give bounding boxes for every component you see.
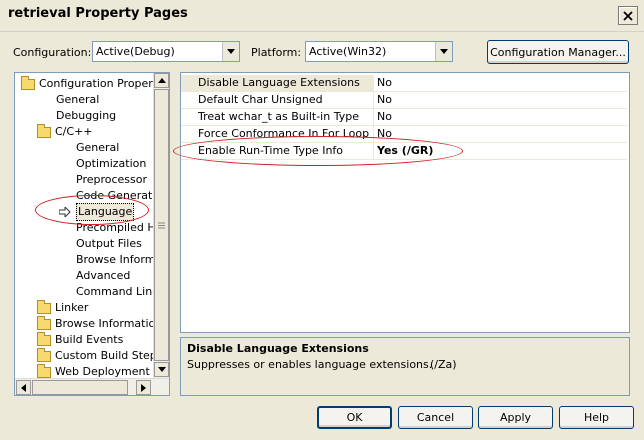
description-panel: Disable Language Extensions Suppresses o… xyxy=(180,337,630,396)
property-grid: Disable Language Extensions No Default C… xyxy=(180,72,630,333)
configuration-select[interactable]: Active(Debug) xyxy=(92,41,240,62)
configuration-label: Configuration: xyxy=(13,46,92,59)
tree-item-configuration-properties[interactable]: Configuration Properties xyxy=(21,75,153,92)
tree-horizontal-scrollbar[interactable] xyxy=(15,378,169,395)
tree-item-preprocessor[interactable]: Preprocessor xyxy=(76,172,147,188)
cancel-button[interactable]: Cancel xyxy=(398,406,473,429)
apply-button[interactable]: Apply xyxy=(478,406,553,429)
folder-icon xyxy=(37,315,51,330)
tree-item-advanced[interactable]: Advanced xyxy=(76,268,130,284)
tree-item-custom-build-step[interactable]: Custom Build Step xyxy=(37,347,153,364)
close-icon xyxy=(623,10,633,21)
grip-icon xyxy=(158,222,165,228)
folder-icon xyxy=(37,299,51,314)
property-name: Default Char Unsigned xyxy=(181,92,374,108)
tree-item-browse-information-cpp[interactable]: Browse Information xyxy=(76,252,153,268)
description-title: Disable Language Extensions xyxy=(187,342,369,355)
tree-item-label: Build Events xyxy=(55,333,124,346)
tree-item-cpp[interactable]: C/C++ xyxy=(37,123,93,140)
tree-item-debugging[interactable]: Debugging xyxy=(56,108,116,124)
tree-view[interactable]: Configuration Properties General Debuggi… xyxy=(15,73,153,378)
description-switch: (/Za) xyxy=(430,358,457,371)
title-bar: retrieval Property Pages xyxy=(0,0,644,32)
scroll-left-button[interactable] xyxy=(16,380,31,395)
platform-label: Platform: xyxy=(251,46,302,59)
tree-item-browse-information[interactable]: Browse Information xyxy=(37,315,153,332)
tree-item-build-events[interactable]: Build Events xyxy=(37,331,124,348)
configuration-manager-button[interactable]: Configuration Manager... xyxy=(487,40,629,64)
folder-icon xyxy=(37,347,51,362)
platform-value: Active(Win32) xyxy=(309,45,387,58)
tree-item-label: Browse Information xyxy=(76,253,153,266)
highlight-ellipse-rtti xyxy=(173,136,463,166)
tree-item-web-deployment[interactable]: Web Deployment xyxy=(37,363,150,378)
property-name: Treat wchar_t as Built-in Type xyxy=(181,109,374,125)
scroll-up-button[interactable] xyxy=(154,73,169,88)
scroll-thumb[interactable] xyxy=(154,89,169,361)
tree-item-label: Linker xyxy=(55,301,89,314)
chevron-right-icon xyxy=(141,383,146,392)
tree-item-label: C/C++ xyxy=(55,125,93,138)
tree-item-label: Advanced xyxy=(76,269,131,282)
tree-panel: Configuration Properties General Debuggi… xyxy=(14,72,170,396)
tree-item-label: General xyxy=(76,141,120,154)
folder-icon xyxy=(37,123,51,138)
scroll-down-button[interactable] xyxy=(154,362,169,377)
tree-item-label: Optimization xyxy=(76,157,147,170)
tree-item-label: Configuration Properties xyxy=(39,77,153,90)
tree-item-label: Debugging xyxy=(56,109,117,122)
tree-item-label: Command Line xyxy=(76,285,153,298)
platform-select[interactable]: Active(Win32) xyxy=(305,41,453,62)
scroll-thumb-horizontal[interactable] xyxy=(32,380,128,395)
property-row[interactable]: Disable Language Extensions No xyxy=(181,75,627,92)
tree-item-label: General xyxy=(56,93,100,106)
scroll-right-button[interactable] xyxy=(136,380,151,395)
tree-item-linker[interactable]: Linker xyxy=(37,299,89,316)
chevron-down-icon[interactable] xyxy=(435,42,452,61)
chevron-left-icon xyxy=(21,383,26,392)
tree-item-label: Output Files xyxy=(76,237,142,250)
tree-item-general[interactable]: General xyxy=(56,92,99,108)
tree-item-label: Custom Build Step xyxy=(55,349,153,362)
tree-item-optimization[interactable]: Optimization xyxy=(76,156,146,172)
window-title: retrieval Property Pages xyxy=(8,6,188,21)
configuration-value: Active(Debug) xyxy=(96,45,175,58)
chevron-down-icon xyxy=(157,367,166,372)
property-value[interactable]: No xyxy=(375,109,625,125)
help-button[interactable]: Help xyxy=(559,406,634,429)
highlight-ellipse-language xyxy=(35,195,149,225)
folder-icon xyxy=(37,331,51,346)
tree-item-output-files[interactable]: Output Files xyxy=(76,236,142,252)
tree-item-label: Browse Information xyxy=(55,317,153,330)
property-row[interactable]: Treat wchar_t as Built-in Type No xyxy=(181,109,627,126)
tree-item-cpp-general[interactable]: General xyxy=(76,140,119,156)
property-row[interactable]: Default Char Unsigned No xyxy=(181,92,627,109)
folder-icon xyxy=(37,363,51,378)
property-name: Disable Language Extensions xyxy=(181,75,374,91)
chevron-up-icon xyxy=(157,78,166,83)
property-value[interactable]: No xyxy=(375,92,625,108)
tree-vertical-scrollbar[interactable] xyxy=(153,73,169,378)
description-text: Suppresses or enables language extension… xyxy=(187,358,433,371)
chevron-down-icon[interactable] xyxy=(222,42,239,61)
folder-icon xyxy=(21,75,35,90)
tree-item-label: Web Deployment xyxy=(55,365,150,378)
ok-button[interactable]: OK xyxy=(317,406,392,429)
tree-item-command-line[interactable]: Command Line xyxy=(76,284,153,300)
close-button[interactable] xyxy=(618,6,638,25)
property-value[interactable]: No xyxy=(375,75,625,91)
tree-item-label: Preprocessor xyxy=(76,173,148,186)
